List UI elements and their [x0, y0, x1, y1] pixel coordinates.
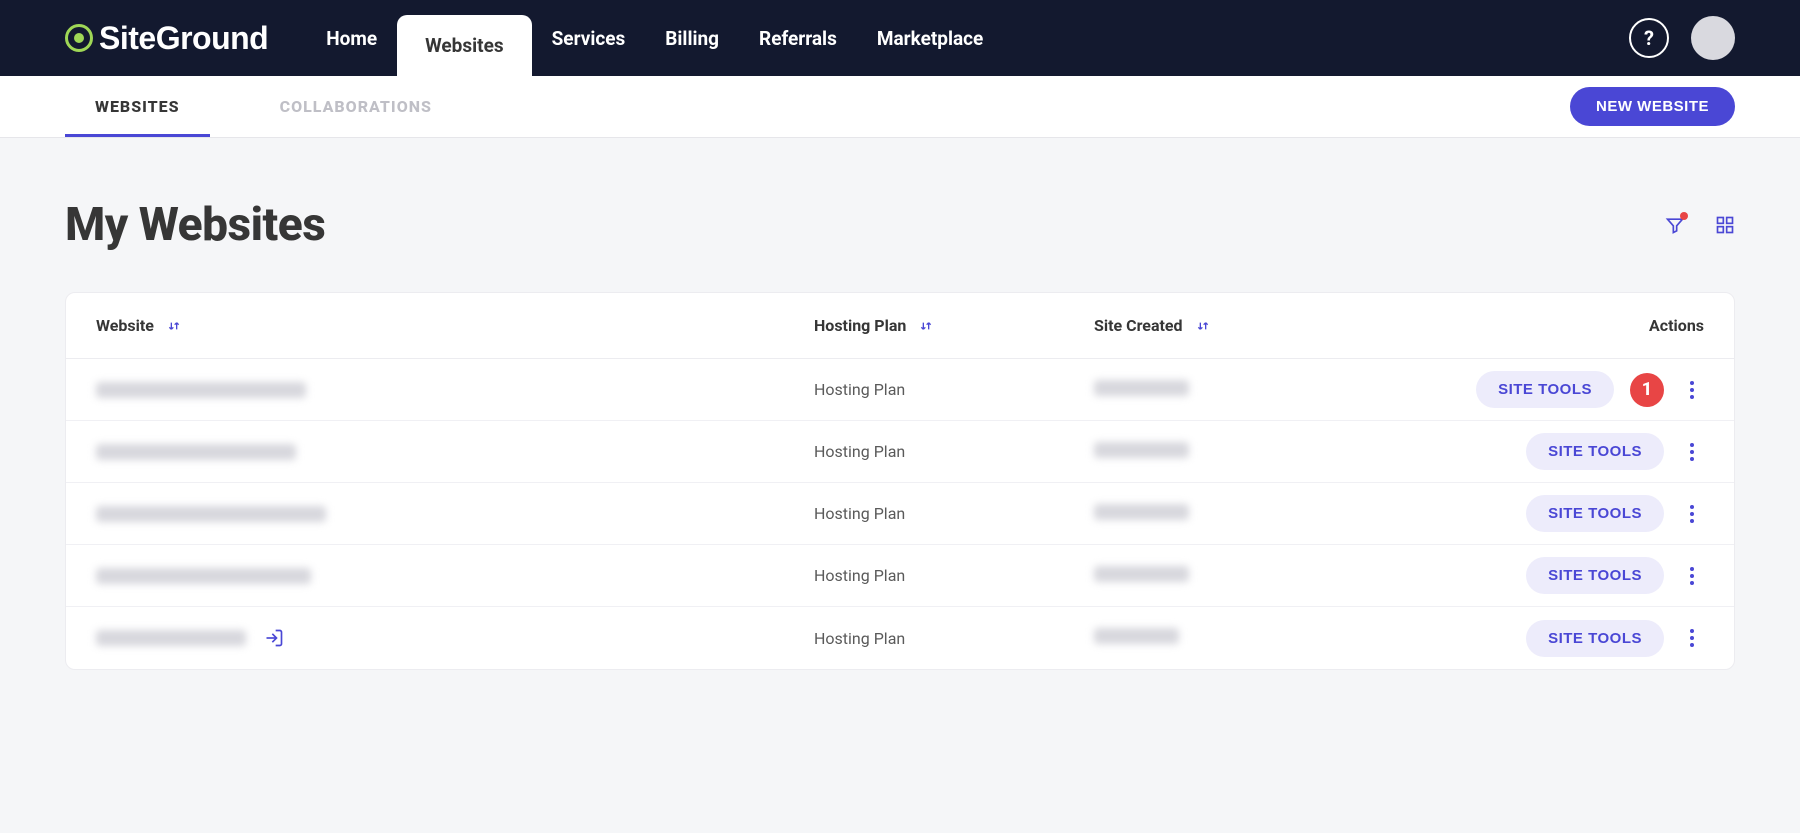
page-title: My Websites	[65, 198, 325, 252]
brand-snail-icon	[65, 24, 93, 52]
table-row: Hosting Plan SITE TOOLS	[66, 483, 1734, 545]
table-row: Hosting Plan SITE TOOLS	[66, 421, 1734, 483]
table-row: Hosting Plan SITE TOOLS	[66, 545, 1734, 607]
filter-active-dot	[1680, 212, 1688, 220]
websites-table: Website Hosting Plan Site Created Action…	[65, 292, 1735, 670]
cell-hosting-plan: Hosting Plan	[814, 380, 1094, 399]
nav-websites-label: Websites	[425, 34, 504, 57]
cell-hosting-plan: Hosting Plan	[814, 566, 1094, 585]
cell-site-created	[1094, 628, 1374, 648]
sort-icon	[166, 318, 182, 334]
subtab-collaborations-label: COLLABORATIONS	[280, 97, 432, 116]
new-website-button[interactable]: NEW WEBSITE	[1570, 87, 1735, 126]
date-redacted	[1094, 566, 1189, 582]
cell-website[interactable]	[96, 628, 814, 648]
date-redacted	[1094, 504, 1189, 520]
th-website-label: Website	[96, 316, 154, 335]
th-plan-label: Hosting Plan	[814, 316, 906, 335]
page-header: My Websites	[65, 198, 1735, 252]
page-container: My Websites Website	[0, 138, 1800, 690]
date-redacted	[1094, 442, 1189, 458]
cell-actions: SITE TOOLS 1	[1374, 371, 1704, 408]
cell-site-created	[1094, 442, 1374, 462]
th-website[interactable]: Website	[96, 316, 814, 335]
help-label: ?	[1644, 26, 1654, 50]
subtab-collaborations[interactable]: COLLABORATIONS	[250, 76, 462, 137]
sub-tabs: WEBSITES COLLABORATIONS	[65, 76, 462, 137]
row-more-actions-icon[interactable]	[1680, 628, 1704, 648]
wp-admin-login-icon[interactable]	[264, 628, 284, 648]
website-name-redacted	[96, 382, 306, 398]
row-more-actions-icon[interactable]	[1680, 442, 1704, 462]
th-site-created[interactable]: Site Created	[1094, 316, 1374, 335]
table-row: Hosting Plan SITE TOOLS 1	[66, 359, 1734, 421]
table-row: Hosting Plan SITE TOOLS	[66, 607, 1734, 669]
nav-referrals[interactable]: Referrals	[739, 0, 857, 76]
website-name-redacted	[96, 568, 311, 584]
nav-billing-label: Billing	[665, 27, 719, 50]
sort-icon	[1195, 318, 1211, 334]
site-tools-button[interactable]: SITE TOOLS	[1476, 371, 1614, 408]
cell-hosting-plan: Hosting Plan	[814, 629, 1094, 648]
cell-website[interactable]	[96, 568, 814, 584]
grid-view-icon[interactable]	[1715, 215, 1735, 235]
nav-marketplace-label: Marketplace	[877, 27, 983, 50]
view-controls	[1665, 215, 1735, 235]
user-avatar[interactable]	[1691, 16, 1735, 60]
website-name-redacted	[96, 630, 246, 646]
site-tools-button[interactable]: SITE TOOLS	[1526, 433, 1664, 470]
site-tools-button[interactable]: SITE TOOLS	[1526, 495, 1664, 532]
cell-website[interactable]	[96, 444, 814, 460]
th-created-label: Site Created	[1094, 316, 1183, 335]
cell-actions: SITE TOOLS	[1374, 557, 1704, 594]
date-redacted	[1094, 628, 1179, 644]
help-icon[interactable]: ?	[1629, 18, 1669, 58]
nav-referrals-label: Referrals	[759, 27, 837, 50]
subtab-websites[interactable]: WEBSITES	[65, 76, 210, 137]
website-name-redacted	[96, 506, 326, 522]
subtab-websites-label: WEBSITES	[95, 97, 180, 116]
cell-hosting-plan: Hosting Plan	[814, 504, 1094, 523]
cell-site-created	[1094, 566, 1374, 586]
sort-icon	[918, 318, 934, 334]
nav-home[interactable]: Home	[306, 0, 397, 76]
table-body: Hosting Plan SITE TOOLS 1 Hosting Plan SITE …	[66, 359, 1734, 669]
date-redacted	[1094, 380, 1189, 396]
nav-home-label: Home	[326, 27, 377, 50]
primary-nav: Home Websites Services Billing Referrals…	[306, 0, 1629, 76]
nav-services[interactable]: Services	[532, 0, 646, 76]
top-navbar: SiteGround Home Websites Services Billin…	[0, 0, 1800, 76]
cell-site-created	[1094, 504, 1374, 524]
th-hosting-plan[interactable]: Hosting Plan	[814, 316, 1094, 335]
website-name-redacted	[96, 444, 296, 460]
nav-marketplace[interactable]: Marketplace	[857, 0, 1003, 76]
cell-actions: SITE TOOLS	[1374, 495, 1704, 532]
nav-websites[interactable]: Websites	[397, 15, 532, 76]
filter-icon[interactable]	[1665, 215, 1685, 235]
th-actions-label: Actions	[1649, 316, 1704, 335]
nav-billing[interactable]: Billing	[645, 0, 739, 76]
cell-site-created	[1094, 380, 1374, 400]
nav-services-label: Services	[552, 27, 626, 50]
cell-website[interactable]	[96, 382, 814, 398]
th-actions: Actions	[1374, 316, 1704, 335]
site-tools-button[interactable]: SITE TOOLS	[1526, 557, 1664, 594]
row-more-actions-icon[interactable]	[1680, 380, 1704, 400]
cell-hosting-plan: Hosting Plan	[814, 442, 1094, 461]
cell-website[interactable]	[96, 506, 814, 522]
row-more-actions-icon[interactable]	[1680, 566, 1704, 586]
sub-nav-bar: WEBSITES COLLABORATIONS NEW WEBSITE	[0, 76, 1800, 138]
site-tools-button[interactable]: SITE TOOLS	[1526, 620, 1664, 657]
cell-actions: SITE TOOLS	[1374, 620, 1704, 657]
table-header: Website Hosting Plan Site Created Action…	[66, 293, 1734, 359]
new-website-label: NEW WEBSITE	[1596, 98, 1709, 115]
row-more-actions-icon[interactable]	[1680, 504, 1704, 524]
cell-actions: SITE TOOLS	[1374, 433, 1704, 470]
annotation-badge: 1	[1630, 373, 1664, 407]
brand-text: SiteGround	[99, 20, 268, 57]
topbar-right: ?	[1629, 0, 1735, 76]
brand-logo[interactable]: SiteGround	[65, 0, 268, 76]
